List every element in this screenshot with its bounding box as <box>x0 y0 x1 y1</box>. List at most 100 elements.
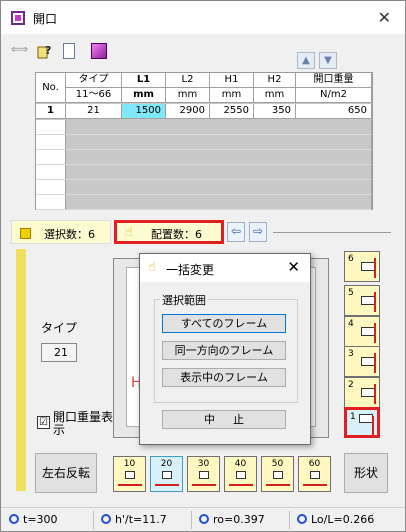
title-bar: 開口 ✕ <box>1 1 405 34</box>
cell-h2[interactable]: 350 <box>254 104 296 119</box>
same-direction-frames-button[interactable]: 同一方向のフレーム <box>162 341 286 360</box>
type-button-30[interactable]: 30 <box>187 456 220 492</box>
all-frames-button[interactable]: すべてのフレーム <box>162 314 286 333</box>
type-button-3[interactable]: 3 <box>344 346 380 377</box>
opening-table[interactable]: No. タイプ L1 L2 H1 H2 開口重量 11〜66 mm mm mm … <box>35 72 373 210</box>
move-down-button[interactable]: ▼ <box>319 52 337 69</box>
subheader-type: 11〜66 <box>66 88 122 103</box>
opening-shape-icon <box>361 327 375 336</box>
visible-frames-button[interactable]: 表示中のフレーム <box>162 368 286 387</box>
empty-row[interactable] <box>36 165 372 180</box>
header-type: タイプ <box>66 73 122 88</box>
opening-shape-icon <box>359 414 373 423</box>
cell-type[interactable]: 21 <box>66 104 122 119</box>
opening-shape-icon <box>162 471 172 479</box>
header-h2: H2 <box>254 73 296 88</box>
cell-weight[interactable]: 650 <box>296 104 372 119</box>
flip-button[interactable]: 左右反転 <box>35 453 97 493</box>
subheader-l1: mm <box>122 88 166 103</box>
opening-shape-icon <box>273 471 283 479</box>
cell-l1[interactable]: 1500 <box>122 104 166 119</box>
circle-icon <box>199 514 209 524</box>
status-bar: t=300 h'/t=11.7 ro=0.397 Lo/L=0.266 <box>1 507 405 531</box>
yellow-square-icon <box>20 228 31 239</box>
circle-icon <box>297 514 307 524</box>
help-icon[interactable]: ? <box>37 43 53 59</box>
selection-range-label: 選択範囲 <box>160 292 208 308</box>
yellow-strip <box>16 249 26 491</box>
window-title: 開口 <box>33 12 58 26</box>
placement-count: 配置数：6 <box>151 228 202 241</box>
circle-icon <box>9 514 19 524</box>
type-button-6[interactable]: 6 <box>344 251 380 282</box>
type-button-10[interactable]: 10 <box>113 456 146 492</box>
hand-pointer-icon: ☝ <box>148 260 156 275</box>
empty-row[interactable] <box>36 120 372 135</box>
opening-shape-icon <box>361 388 375 397</box>
next-arrow-button[interactable]: ⇨ <box>249 222 267 242</box>
subheader-h2: mm <box>254 88 296 103</box>
prev-arrow-button[interactable]: ⇦ <box>227 222 245 242</box>
header-weight: 開口重量 <box>296 73 372 88</box>
status-t: t=300 <box>9 513 58 526</box>
status-ht: h'/t=11.7 <box>101 513 167 526</box>
opening-shape-icon <box>361 262 375 271</box>
type-button-20[interactable]: 20 <box>150 456 183 492</box>
batch-change-dialog: ☝ 一括変更 ✕ 選択範囲 すべてのフレーム 同一方向のフレーム 表示中のフレー… <box>139 253 311 445</box>
document-icon[interactable] <box>63 43 75 59</box>
table-header-row: No. タイプ L1 L2 H1 H2 開口重量 <box>36 73 372 103</box>
opening-shape-icon <box>361 357 375 366</box>
cancel-button[interactable]: 中止 <box>162 410 286 429</box>
shape-button[interactable]: 形状 <box>344 453 388 493</box>
move-up-button[interactable]: ▲ <box>297 52 315 69</box>
table-row[interactable]: 1 21 1500 2900 2550 350 650 <box>36 104 372 119</box>
circle-icon <box>101 514 111 524</box>
type-button-2[interactable]: 2 <box>344 377 380 408</box>
cell-l2[interactable]: 2900 <box>166 104 210 119</box>
hand-pointer-icon: ☝ <box>125 225 133 240</box>
table-subheader-row: 11〜66 mm mm mm mm N/m2 <box>36 88 372 103</box>
selection-bar: 選択数：6 ☝ 配置数：6 ⇦ ⇨ <box>11 220 391 244</box>
resize-arrows-icon[interactable]: ⟺ <box>11 42 29 58</box>
type-button-50[interactable]: 50 <box>261 456 294 492</box>
opening-shape-icon <box>361 296 375 305</box>
type-button-5[interactable]: 5 <box>344 285 380 316</box>
empty-row[interactable] <box>36 195 372 210</box>
dialog-title-bar: ☝ 一括変更 ✕ <box>140 254 310 282</box>
selection-count: 選択数：6 <box>44 228 95 241</box>
weight-display-checkbox[interactable]: ☑ <box>37 416 50 429</box>
app-icon <box>11 11 25 25</box>
type-button-4[interactable]: 4 <box>344 316 380 347</box>
subheader-weight: N/m2 <box>296 88 372 103</box>
opening-shape-icon <box>199 471 209 479</box>
subheader-h1: mm <box>210 88 254 103</box>
empty-row[interactable] <box>36 180 372 195</box>
opening-shape-icon <box>310 471 320 479</box>
header-l1: L1 <box>122 73 166 88</box>
type-button-40[interactable]: 40 <box>224 456 257 492</box>
subheader-l2: mm <box>166 88 210 103</box>
svg-text:?: ? <box>45 44 51 57</box>
type-label: タイプ <box>41 321 78 335</box>
status-ro: ro=0.397 <box>199 513 265 526</box>
opening-shape-icon <box>236 471 246 479</box>
type-button-1[interactable]: 1 <box>344 407 380 438</box>
placement-count-button[interactable]: ☝ 配置数：6 <box>114 220 224 244</box>
dialog-close-icon[interactable]: ✕ <box>287 258 300 276</box>
opening-shape-icon <box>125 471 135 479</box>
cell-h1[interactable]: 2550 <box>210 104 254 119</box>
divider <box>273 232 391 233</box>
type-button-60[interactable]: 60 <box>298 456 331 492</box>
row-number[interactable]: 1 <box>36 104 66 119</box>
header-l2: L2 <box>166 73 210 88</box>
empty-row[interactable] <box>36 150 372 165</box>
type-value: 21 <box>41 343 77 362</box>
empty-row[interactable] <box>36 135 372 150</box>
status-lol: Lo/L=0.266 <box>297 513 374 526</box>
cube-icon[interactable] <box>91 43 107 59</box>
dialog-title: 一括変更 <box>166 263 215 277</box>
opening-window: 開口 ✕ ⟺ ? ▲ ▼ No. タイプ L1 L2 H1 H2 開口重量 11… <box>0 0 406 532</box>
close-icon[interactable]: ✕ <box>378 8 391 27</box>
selection-indicator: 選択数：6 <box>11 220 111 244</box>
weight-display-label: 開口重量表示 <box>53 410 114 437</box>
